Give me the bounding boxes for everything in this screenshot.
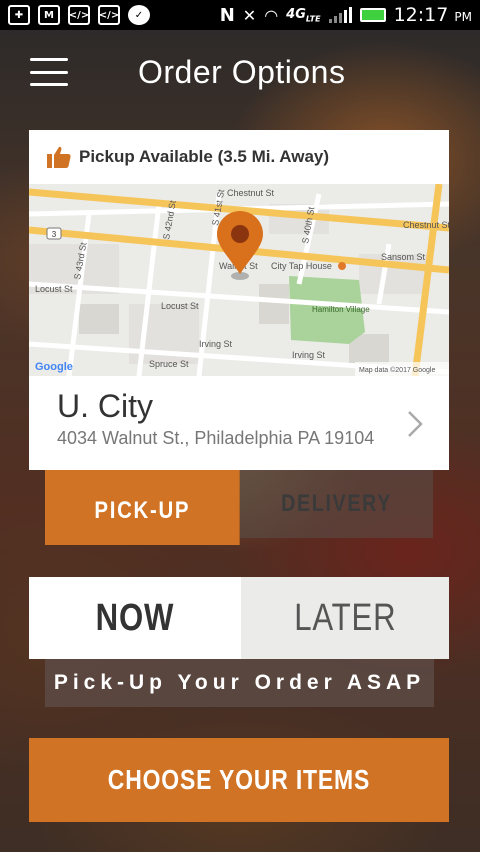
map-label: Irving St [199,339,233,349]
code-icon: </> [98,5,120,25]
status-bar: ✚ M </> </> ✓ N ✕ ◠ 4GLTE 12:17 PM [0,0,480,30]
pickup-available-text: Pickup Available (3.5 Mi. Away) [79,147,330,166]
wifi-icon: ◠ [264,5,279,25]
later-option[interactable]: LATER [241,577,449,659]
location-card[interactable]: Pickup Available (3.5 Mi. Away) 3 Chestn… [29,130,449,470]
map-label: Irving St [292,350,326,360]
clock: 12:17 PM [393,4,472,26]
pickup-option[interactable]: PICK-UP [45,470,240,545]
now-option[interactable]: NOW [29,577,241,659]
choose-items-button[interactable]: CHOOSE YOUR ITEMS [29,738,449,822]
map-label: Spruce St [149,359,189,369]
code-icon: </> [68,5,90,25]
map-label: Locust St [35,284,73,294]
signal-icon [328,7,352,23]
page-title: Order Options [138,54,346,90]
map-label: Chestnut St [403,220,449,230]
map-attribution: Map data ©2017 Google [359,366,435,374]
map-label: Locust St [161,301,199,311]
delivery-option[interactable]: DELIVERY [240,470,433,538]
map-label: Chestnut St [227,188,275,198]
location-name: U. City [57,388,153,424]
route-shield: 3 [52,230,57,239]
order-type-toggle: PICK-UP DELIVERY [45,470,433,545]
network-type: 4GLTE [286,6,321,24]
gmail-icon: M [38,5,60,25]
map-label: City Tap House [271,261,332,271]
pickup-availability: Pickup Available (3.5 Mi. Away) [29,130,449,184]
map-label: Sansom St [381,252,426,262]
location-address: 4034 Walnut St., Philadelphia PA 19104 [57,428,375,448]
nfc-icon: N [219,4,235,26]
plus-icon: ✚ [8,5,30,25]
check-badge-icon: ✓ [128,5,150,25]
map-label: Hamilton Village [312,305,370,314]
mute-icon: ✕ [242,5,257,25]
battery-icon [359,8,386,22]
google-logo: Google [35,361,73,373]
chevron-right-icon[interactable] [407,410,423,438]
order-time-hint: Pick-Up Your Order ASAP [45,659,434,707]
location-map[interactable]: 3 Chestnut St Chestnut St S 42nd St S 41… [29,184,449,376]
order-time-toggle: NOW LATER [29,577,449,659]
thumbs-up-icon [47,146,71,168]
app-header: Order Options [0,30,480,120]
hamburger-menu-icon[interactable] [30,58,68,86]
